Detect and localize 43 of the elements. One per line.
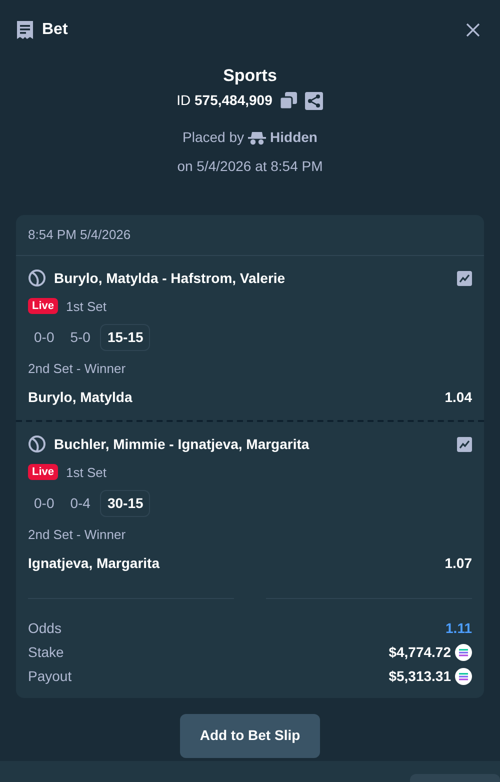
total-label: Payout	[28, 666, 72, 686]
period-label: 1st Set	[66, 298, 106, 316]
score: 15-15	[100, 324, 150, 351]
card-timestamp: 8:54 PM 5/4/2026	[16, 215, 484, 256]
total-label: Odds	[28, 618, 62, 638]
score: 0-4	[69, 494, 92, 513]
tennis-ball-icon	[28, 269, 46, 287]
match-title[interactable]: Burylo, Matylda - Hafstrom, Valerie	[54, 268, 449, 288]
score: 5-0	[69, 328, 92, 347]
selection-name: Burylo, Matylda	[28, 388, 132, 407]
tennis-ball-icon	[28, 435, 46, 453]
copy-icon[interactable]	[280, 92, 298, 109]
bet-category: Sports	[223, 65, 277, 87]
period-label: 1st Set	[66, 464, 106, 482]
dialog-title: Bet	[42, 20, 68, 40]
share-icon[interactable]	[305, 92, 324, 110]
total-odds: 1.11	[446, 618, 472, 638]
leg-odds: 1.04	[444, 388, 472, 406]
total-amount: $5,313.31	[388, 666, 451, 686]
coin-icon	[455, 668, 472, 684]
placed-by-user: Hidden	[270, 128, 318, 147]
live-badge: Live	[28, 298, 58, 314]
live-badge: Live	[28, 464, 58, 480]
add-to-bet-slip-button[interactable]: Add to Bet Slip	[180, 714, 320, 758]
score: 0-0	[33, 328, 56, 347]
market-label: 2nd Set - Winner	[28, 360, 127, 378]
selection-name: Ignatjeva, Margarita	[28, 554, 160, 573]
placed-date: on 5/4/2026 at 8:54 PM	[177, 157, 323, 176]
close-icon	[466, 23, 480, 37]
score: 30-15	[100, 490, 150, 517]
incognito-icon	[248, 130, 266, 144]
score: 0-0	[33, 494, 56, 513]
chart-icon[interactable]	[457, 436, 472, 452]
coin-icon	[455, 644, 472, 660]
total-amount: $4,774.72	[388, 642, 451, 662]
receipt-icon	[16, 20, 34, 40]
total-label: Stake	[28, 642, 64, 662]
match-title[interactable]: Buchler, Mimmie - Ignatjeva, Margarita	[54, 434, 449, 454]
placed-by-label: Placed by	[182, 128, 244, 147]
leg-odds: 1.07	[444, 554, 472, 572]
bet-id: ID 575,484,909	[176, 91, 272, 110]
market-label: 2nd Set - Winner	[28, 526, 127, 544]
chart-icon[interactable]	[457, 270, 472, 286]
